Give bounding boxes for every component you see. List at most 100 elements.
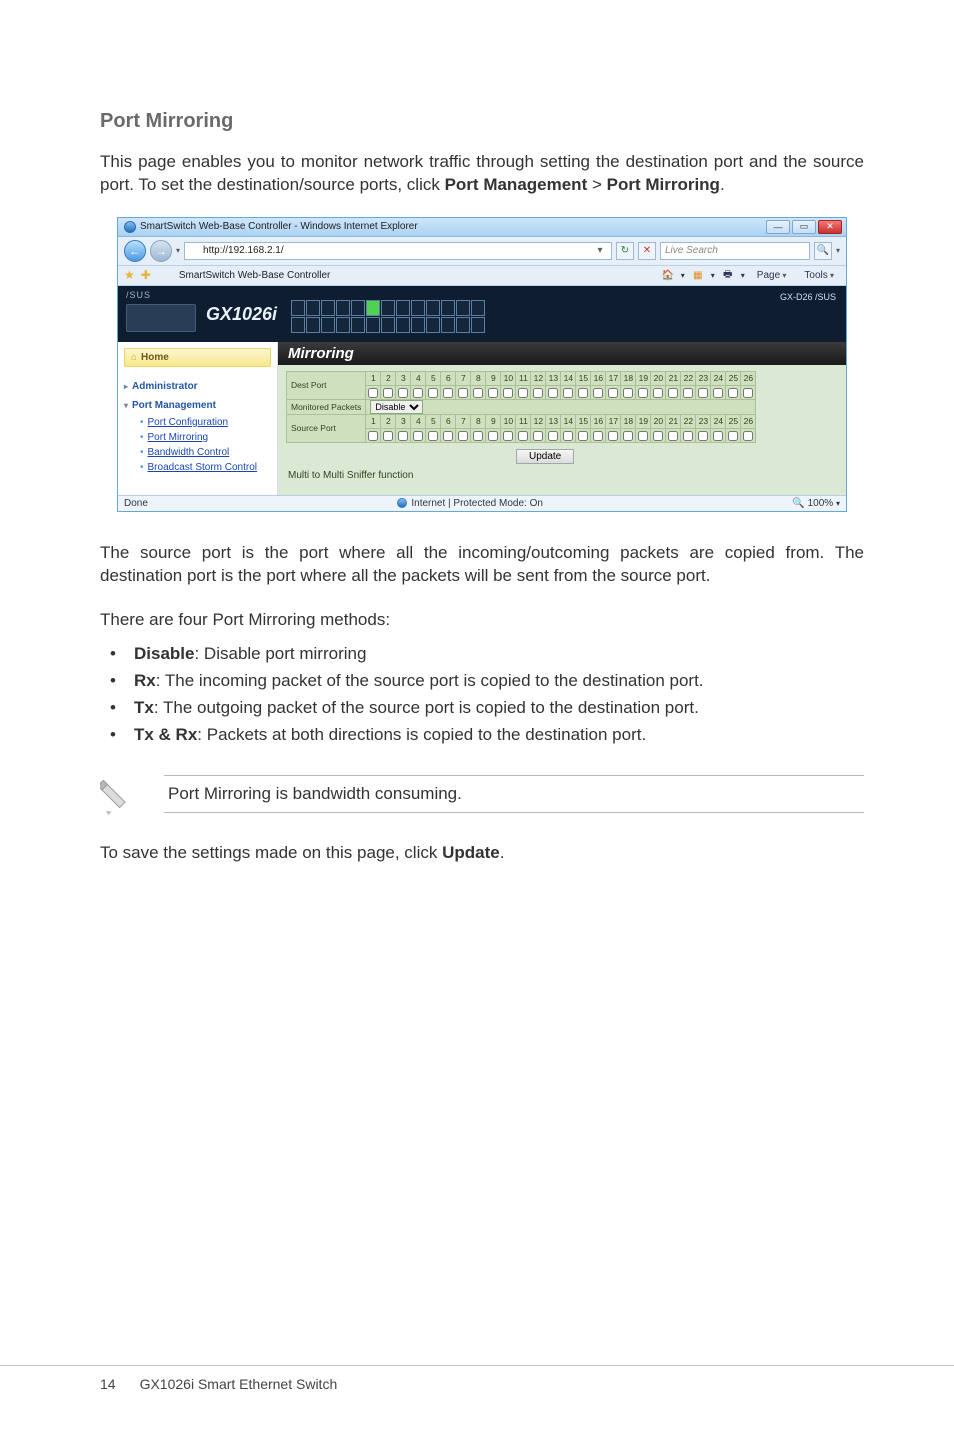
stop-button[interactable]: ✕ [638,242,656,260]
sidebar-link[interactable]: Broadcast Storm Control [148,462,258,473]
port-checkbox-6[interactable] [443,388,453,398]
screenshot: SmartSwitch Web-Base Controller - Window… [100,217,864,512]
page-number: 14 [100,1376,116,1392]
sidebar-item-port-mirroring[interactable]: •Port Mirroring [140,430,271,445]
port-checkbox-24[interactable] [713,431,723,441]
port-checkbox-11[interactable] [518,388,528,398]
port-checkbox-17[interactable] [608,431,618,441]
port-checkbox-9[interactable] [488,388,498,398]
port-checkbox-1[interactable] [368,431,378,441]
zoom-value[interactable]: 100% [808,498,834,509]
port-checkbox-14[interactable] [563,431,573,441]
close-button[interactable]: ✕ [818,220,842,234]
port-checkbox-23[interactable] [698,431,708,441]
zoom-dd-icon[interactable]: ▾ [836,499,840,508]
port-checkbox-8[interactable] [473,431,483,441]
port-checkbox-cell [666,428,681,442]
port-checkbox-21[interactable] [668,431,678,441]
sidebar-item-port-configuration[interactable]: •Port Configuration [140,415,271,430]
port-checkbox-3[interactable] [398,431,408,441]
port-checkbox-18[interactable] [623,388,633,398]
print-dd-icon[interactable]: ▾ [741,271,745,280]
port-checkbox-13[interactable] [548,431,558,441]
port-checkbox-4[interactable] [413,431,423,441]
port-checkbox-13[interactable] [548,388,558,398]
port-checkbox-5[interactable] [428,431,438,441]
home-icon[interactable]: 🏠 [661,268,675,282]
refresh-button[interactable]: ↻ [616,242,634,260]
port-checkbox-16[interactable] [593,388,603,398]
port-checkbox-20[interactable] [653,388,663,398]
tools-menu[interactable]: Tools [798,268,840,283]
minimize-button[interactable]: ― [766,220,790,234]
sidebar-link[interactable]: Port Mirroring [148,432,209,443]
sidebar-link[interactable]: Bandwidth Control [148,447,230,458]
port-checkbox-11[interactable] [518,431,528,441]
sidebar-group-port-management[interactable]: ▾Port Management [124,396,271,415]
port-checkbox-21[interactable] [668,388,678,398]
port-checkbox-3[interactable] [398,388,408,398]
zoom-icon[interactable]: 🔍 [792,498,804,509]
add-favorite-icon[interactable]: ✚ [141,268,151,282]
page-menu[interactable]: Page [751,268,793,283]
url-dropdown-icon[interactable]: ▾ [593,245,607,256]
port-checkbox-6[interactable] [443,431,453,441]
port-checkbox-14[interactable] [563,388,573,398]
port-checkbox-cell [396,428,411,442]
port-checkbox-19[interactable] [638,431,648,441]
port-checkbox-12[interactable] [533,431,543,441]
port-checkbox-7[interactable] [458,431,468,441]
back-button[interactable]: ← [124,240,146,262]
port-checkbox-19[interactable] [638,388,648,398]
update-button[interactable]: Update [516,449,574,464]
favorites-icon[interactable]: ★ [124,268,135,282]
port-checkbox-12[interactable] [533,388,543,398]
feeds-icon[interactable]: ▦ [691,268,705,282]
tab-title[interactable]: SmartSwitch Web-Base Controller [179,270,331,281]
port-checkbox-22[interactable] [683,388,693,398]
port-checkbox-7[interactable] [458,388,468,398]
sidebar-group-admin[interactable]: ▸Administrator [124,377,271,396]
search-button[interactable]: 🔍 [814,242,832,260]
feeds-dd-icon[interactable]: ▾ [711,271,715,280]
port-checkbox-25[interactable] [728,431,738,441]
monitored-select[interactable]: Disable [370,400,423,414]
sidebar-item-broadcast-storm-control[interactable]: •Broadcast Storm Control [140,460,271,475]
port-checkbox-16[interactable] [593,431,603,441]
sidebar-home[interactable]: ⌂ Home [124,348,271,367]
port-checkbox-23[interactable] [698,388,708,398]
port-checkbox-10[interactable] [503,431,513,441]
port-checkbox-22[interactable] [683,431,693,441]
port-checkbox-17[interactable] [608,388,618,398]
port-checkbox-1[interactable] [368,388,378,398]
port-checkbox-4[interactable] [413,388,423,398]
port-checkbox-24[interactable] [713,388,723,398]
port-checkbox-5[interactable] [428,388,438,398]
port-checkbox-cell [501,385,516,399]
port-checkbox-10[interactable] [503,388,513,398]
port-checkbox-15[interactable] [578,431,588,441]
search-dd-icon[interactable]: ▾ [836,246,840,255]
port-checkbox-20[interactable] [653,431,663,441]
port-checkbox-2[interactable] [383,388,393,398]
status-mode: Internet | Protected Mode: On [411,498,543,509]
maximize-button[interactable]: ▭ [792,220,816,234]
sidebar-item-bandwidth-control[interactable]: •Bandwidth Control [140,445,271,460]
home-dd-icon[interactable]: ▾ [681,271,685,280]
print-icon[interactable]: 🖶 [721,268,735,282]
port-checkbox-9[interactable] [488,431,498,441]
port-checkbox-2[interactable] [383,431,393,441]
port-checkbox-25[interactable] [728,388,738,398]
port-checkbox-26[interactable] [743,388,753,398]
port-checkbox-cell [606,428,621,442]
port-checkbox-8[interactable] [473,388,483,398]
sidebar-link[interactable]: Port Configuration [148,417,229,428]
nav-dd-icon[interactable]: ▾ [176,246,180,255]
port-col-17: 17 [606,371,621,385]
port-checkbox-15[interactable] [578,388,588,398]
port-checkbox-18[interactable] [623,431,633,441]
port-checkbox-26[interactable] [743,431,753,441]
forward-button[interactable]: → [150,240,172,262]
search-input[interactable]: Live Search [660,242,810,260]
url-field[interactable]: http://192.168.2.1/ ▾ [184,242,612,260]
